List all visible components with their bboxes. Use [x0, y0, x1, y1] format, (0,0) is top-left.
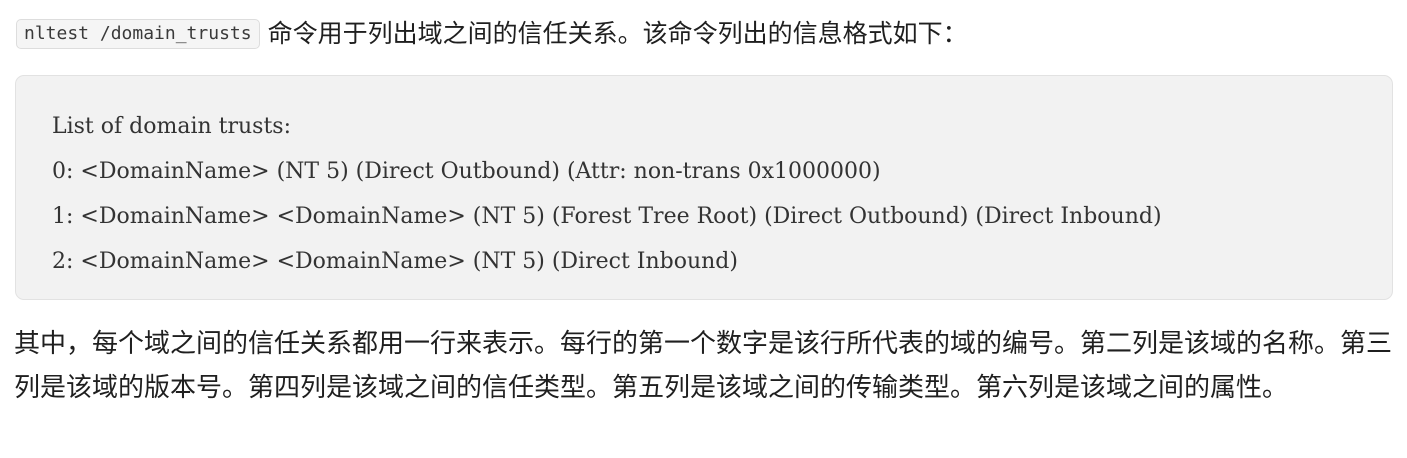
description-paragraph: 其中，每个域之间的信任关系都用一行来表示。每行的第一个数字是该行所代表的域的编号…	[14, 329, 1393, 403]
code-block[interactable]: List of domain trusts: 0: <DomainName> (…	[15, 75, 1393, 300]
code-line-2: 2: <DomainName> <DomainName> (NT 5) (Dir…	[52, 249, 738, 274]
code-line-header: List of domain trusts:	[52, 114, 292, 139]
inline-command-code: nltest /domain_trusts	[16, 19, 260, 49]
intro-text: 命令用于列出域之间的信任关系。该命令列出的信息格式如下：	[267, 19, 968, 48]
code-line-1: 1: <DomainName> <DomainName> (NT 5) (For…	[52, 204, 1162, 229]
intro-line: nltest /domain_trusts 命令用于列出域之间的信任关系。该命令…	[16, 14, 1391, 54]
code-line-0: 0: <DomainName> (NT 5) (Direct Outbound)…	[52, 159, 881, 184]
